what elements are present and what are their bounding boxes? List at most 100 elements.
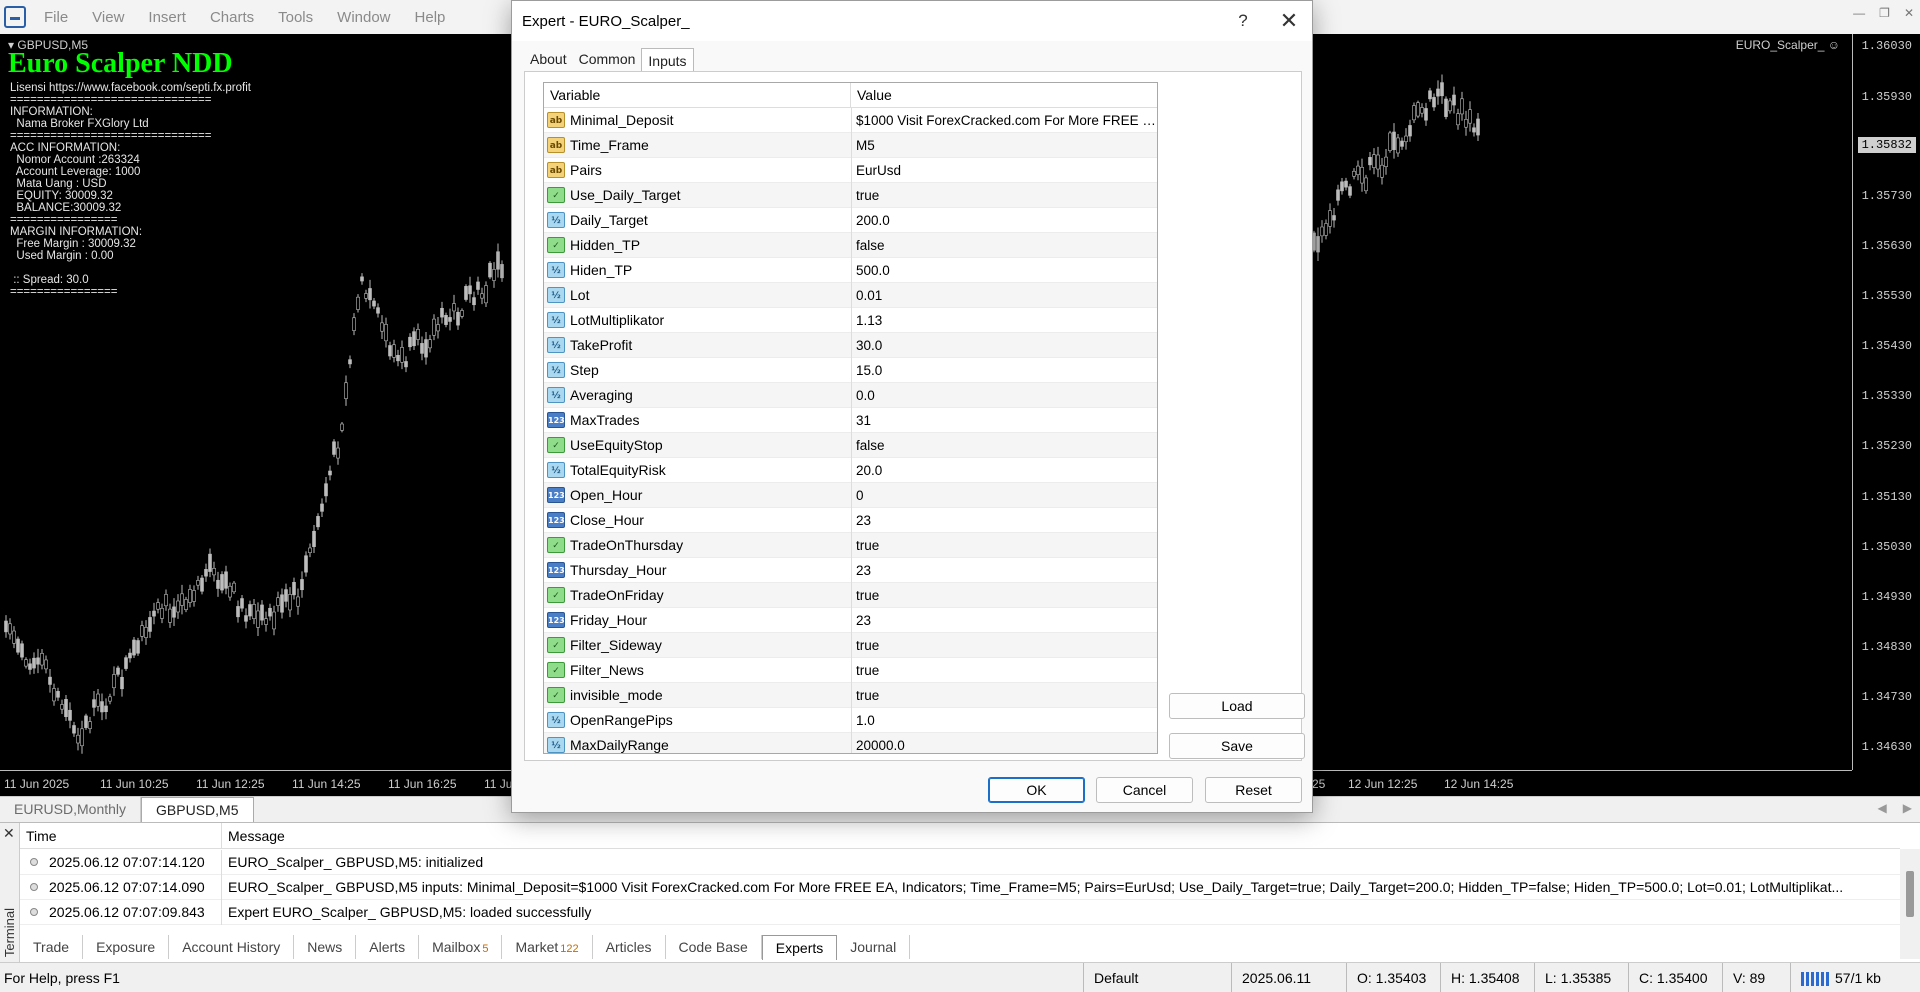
input-row[interactable]: 123 MaxTrades 31 [544,407,1157,433]
input-row[interactable]: ✓ Filter_Sideway true [544,632,1157,658]
terminal-scrollbar[interactable] [1900,849,1920,959]
terminal-tab-exposure[interactable]: Exposure [83,935,170,959]
input-value[interactable]: EurUsd [852,163,1157,178]
terminal-tab-market[interactable]: Market 122 [502,935,593,959]
menu-tools[interactable]: Tools [266,9,325,26]
close-icon[interactable]: ✕ [1904,6,1914,20]
column-header-message[interactable]: Message [222,823,1900,848]
input-row[interactable]: 123 Close_Hour 23 [544,507,1157,533]
input-row[interactable]: ✓ invisible_mode true [544,682,1157,708]
menu-view[interactable]: View [80,9,136,26]
input-value[interactable]: true [852,538,1157,553]
input-value[interactable]: $1000 Visit ForexCracked.com For More FR… [852,113,1157,128]
input-row[interactable]: 123 Open_Hour 0 [544,482,1157,508]
minimize-icon[interactable]: — [1853,6,1865,20]
input-row[interactable]: ab Pairs EurUsd [544,157,1157,183]
terminal-tab-trade[interactable]: Trade [20,935,84,959]
expert-indicator[interactable]: EURO_Scalper_ ☺ [1736,38,1840,52]
status-profile[interactable]: Default [1083,962,1231,992]
input-value[interactable]: true [852,588,1157,603]
input-row[interactable]: ✓ UseEquityStop false [544,432,1157,458]
input-value[interactable]: false [852,438,1157,453]
input-value[interactable]: 0.0 [852,388,1157,403]
input-row[interactable]: 123 Thursday_Hour 23 [544,557,1157,583]
input-value[interactable]: 23 [852,613,1157,628]
input-row[interactable]: ½ Step 15.0 [544,357,1157,383]
log-row[interactable]: 2025.06.12 07:07:14.090 EURO_Scalper_ GBP… [20,874,1900,900]
chart-tab-gbpusd[interactable]: GBPUSD,M5 [141,797,254,822]
tab-common[interactable]: Common [573,47,642,73]
close-icon[interactable]: ✕ [3,825,15,842]
input-row[interactable]: ½ Daily_Target 200.0 [544,207,1157,233]
input-value[interactable]: 20.0 [852,463,1157,478]
input-value[interactable]: 200.0 [852,213,1157,228]
input-value[interactable]: 0.01 [852,288,1157,303]
input-row[interactable]: ✓ Filter_News true [544,657,1157,683]
arrow-left-icon[interactable]: ◀ [1878,801,1887,815]
input-value[interactable]: true [852,638,1157,653]
input-row[interactable]: ✓ Hidden_TP false [544,232,1157,258]
input-row[interactable]: ✓ TradeOnFriday true [544,582,1157,608]
input-value[interactable]: 0 [852,488,1157,503]
input-row[interactable]: ½ OpenRangePips 1.0 [544,707,1157,733]
input-row[interactable]: ½ TotalEquityRisk 20.0 [544,457,1157,483]
terminal-tab-code-base[interactable]: Code Base [666,935,762,959]
menu-help[interactable]: Help [403,9,458,26]
input-row[interactable]: ½ TakeProfit 30.0 [544,332,1157,358]
input-row[interactable]: ✓ Use_Daily_Target true [544,182,1157,208]
input-value[interactable]: true [852,663,1157,678]
close-icon[interactable]: ✕ [1266,8,1312,34]
reset-button[interactable]: Reset [1205,777,1302,803]
terminal-tab-account-history[interactable]: Account History [169,935,295,959]
column-header-value[interactable]: Value [851,83,1157,107]
menu-window[interactable]: Window [325,9,402,26]
ok-button[interactable]: OK [988,777,1085,803]
menu-charts[interactable]: Charts [198,9,266,26]
input-value[interactable]: 1.13 [852,313,1157,328]
input-value[interactable]: false [852,238,1157,253]
input-value[interactable]: 23 [852,513,1157,528]
input-row[interactable]: ✓ TradeOnThursday true [544,532,1157,558]
terminal-tab-experts[interactable]: Experts [761,934,838,960]
input-value[interactable]: 15.0 [852,363,1157,378]
tab-about[interactable]: About [524,47,573,73]
input-value[interactable]: 1.0 [852,713,1157,728]
log-row[interactable]: 2025.06.12 07:07:14.120 EURO_Scalper_ GBP… [20,849,1900,875]
input-row[interactable]: ab Time_Frame M5 [544,132,1157,158]
input-value[interactable]: 30.0 [852,338,1157,353]
log-row[interactable]: 2025.06.12 07:07:09.843 Expert EURO_Scalp… [20,899,1900,925]
input-row[interactable]: ½ Hiden_TP 500.0 [544,257,1157,283]
menu-file[interactable]: File [32,9,80,26]
column-header-variable[interactable]: Variable [544,83,851,107]
input-row[interactable]: ½ Lot 0.01 [544,282,1157,308]
arrow-right-icon[interactable]: ▶ [1903,801,1912,815]
terminal-tab-mailbox[interactable]: Mailbox 5 [419,935,503,959]
input-row[interactable]: ½ Averaging 0.0 [544,382,1157,408]
input-value[interactable]: 20000.0 [852,738,1157,753]
menu-insert[interactable]: Insert [136,9,198,26]
input-row[interactable]: ½ MaxDailyRange 20000.0 [544,732,1157,753]
input-row[interactable]: 123 Friday_Hour 23 [544,607,1157,633]
terminal-tab-news[interactable]: News [294,935,357,959]
help-icon[interactable]: ? [1220,11,1266,31]
cancel-button[interactable]: Cancel [1096,777,1193,803]
input-row[interactable]: ab Minimal_Deposit $1000 Visit ForexCracke… [544,107,1157,133]
input-value[interactable]: M5 [852,138,1157,153]
load-button[interactable]: Load [1169,693,1305,719]
status-connection[interactable]: 57/1 kb [1790,962,1920,992]
column-header-time[interactable]: Time [20,823,222,848]
input-value[interactable]: 31 [852,413,1157,428]
chart-tab-eurusd[interactable]: EURUSD,Monthly [0,797,142,822]
input-row[interactable]: ½ LotMultiplikator 1.13 [544,307,1157,333]
input-value[interactable]: 23 [852,563,1157,578]
scrollbar-thumb[interactable] [1906,871,1914,917]
price-axis[interactable]: 1.36030 1.35930 1.35730 1.35630 1.35530 1.354… [1852,34,1920,770]
dialog-titlebar[interactable]: Expert - EURO_Scalper_ ? ✕ [512,1,1312,41]
terminal-tab-journal[interactable]: Journal [837,935,911,959]
input-value[interactable]: true [852,188,1157,203]
input-value[interactable]: 500.0 [852,263,1157,278]
terminal-tab-articles[interactable]: Articles [593,935,666,959]
terminal-tab-alerts[interactable]: Alerts [356,935,420,959]
input-value[interactable]: true [852,688,1157,703]
save-button[interactable]: Save [1169,733,1305,759]
